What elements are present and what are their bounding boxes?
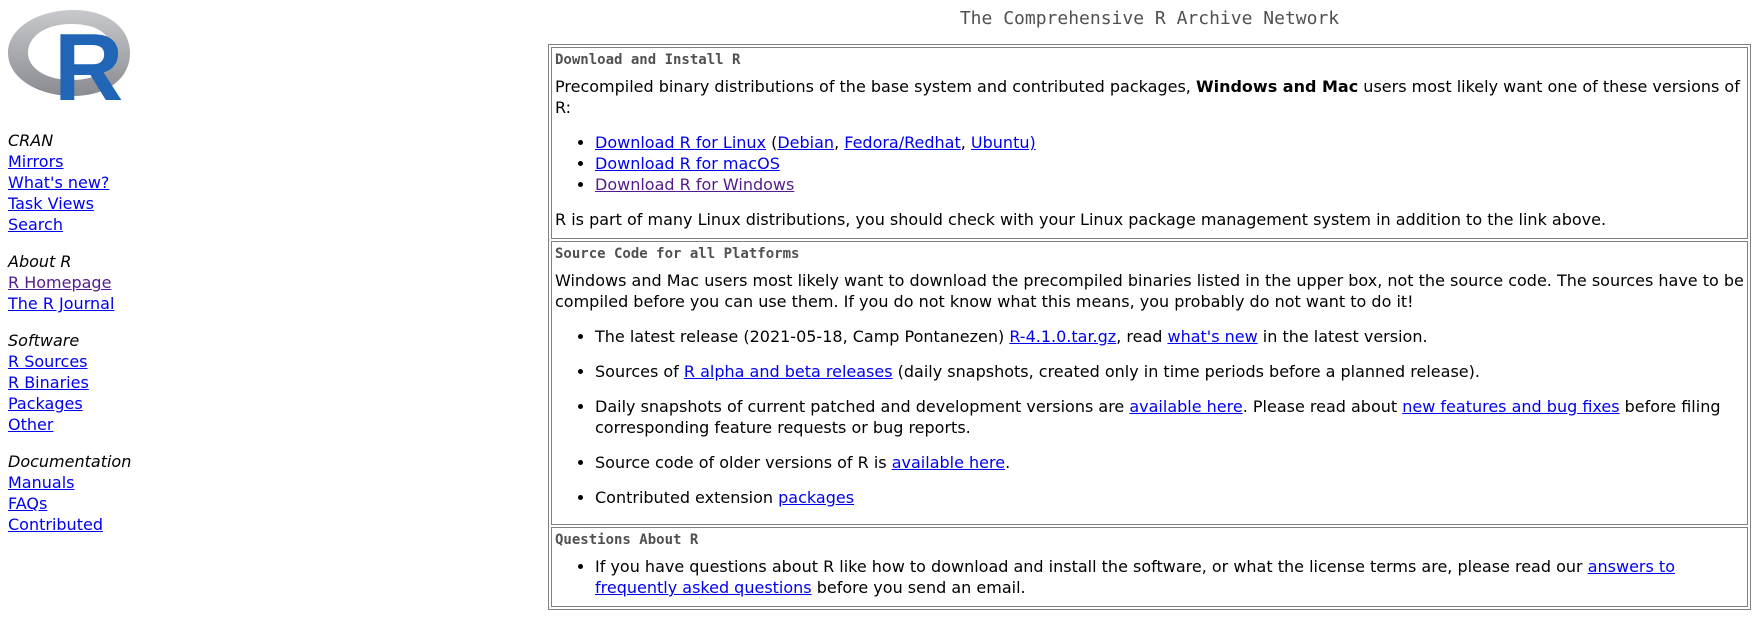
nav-link-manuals[interactable]: Manuals	[8, 472, 208, 493]
nav-link-packages[interactable]: Packages	[8, 393, 208, 414]
alpha-beta-link[interactable]: R alpha and beta releases	[684, 362, 893, 381]
list-item: Source code of older versions of R is av…	[595, 452, 1745, 473]
list-item: Contributed extension packages	[595, 487, 1745, 508]
nav-heading-software: Software	[8, 331, 80, 350]
download-intro-text: Precompiled binary distributions of the …	[555, 77, 1196, 96]
list-item: Download R for Windows	[595, 174, 1745, 195]
list-item: If you have questions about R like how t…	[595, 556, 1745, 598]
nav-link-contributed[interactable]: Contributed	[8, 514, 208, 535]
nav-heading-about-r: About R	[8, 252, 72, 271]
source-intro: Windows and Mac users most likely want t…	[555, 271, 1744, 311]
item-text: Daily snapshots of current patched and d…	[595, 397, 1130, 416]
download-linux-link[interactable]: Download R for Linux	[595, 133, 766, 152]
linux-paren: (	[766, 133, 778, 152]
r-logo[interactable]: R	[8, 8, 138, 110]
nav-link-other[interactable]: Other	[8, 414, 208, 435]
item-text: If you have questions about R like how t…	[595, 557, 1588, 576]
list-item: Daily snapshots of current patched and d…	[595, 396, 1745, 438]
ubuntu-link[interactable]: Ubuntu)	[971, 133, 1036, 152]
content-boxes: Download and Install R Precompiled binar…	[548, 44, 1751, 610]
snapshots-available-link[interactable]: available here	[1129, 397, 1242, 416]
sidebar: R CRAN Mirrors What's new? Task Views Se…	[8, 8, 208, 535]
source-box: Source Code for all Platforms Windows an…	[551, 241, 1748, 525]
nav-group-about-r: About R R Homepage The R Journal	[8, 251, 208, 314]
list-item: Download R for macOS	[595, 153, 1745, 174]
page-title: The Comprehensive R Archive Network	[959, 8, 1340, 29]
download-windows-link[interactable]: Download R for Windows	[595, 175, 794, 194]
item-text: . Please read about	[1242, 397, 1403, 416]
nav-heading-cran: CRAN	[8, 131, 54, 150]
nav-link-task-views[interactable]: Task Views	[8, 193, 208, 214]
download-list: Download R for Linux (Debian, Fedora/Red…	[555, 132, 1745, 195]
item-text: Sources of	[595, 362, 684, 381]
nav-group-software: Software R Sources R Binaries Packages O…	[8, 330, 208, 435]
list-item: Download R for Linux (Debian, Fedora/Red…	[595, 132, 1745, 153]
source-list: The latest release (2021-05-18, Camp Pon…	[555, 326, 1745, 508]
nav-link-mirrors[interactable]: Mirrors	[8, 151, 208, 172]
nav-link-whats-new[interactable]: What's new?	[8, 172, 208, 193]
questions-list: If you have questions about R like how t…	[555, 556, 1745, 598]
separator: ,	[960, 133, 971, 152]
source-box-title: Source Code for all Platforms	[555, 246, 800, 262]
item-text: Source code of older versions of R is	[595, 453, 892, 472]
list-item: Sources of R alpha and beta releases (da…	[595, 361, 1745, 382]
nav-link-faqs[interactable]: FAQs	[8, 493, 208, 514]
separator: ,	[834, 133, 845, 152]
whats-new-link[interactable]: what's new	[1168, 327, 1258, 346]
nav-link-search[interactable]: Search	[8, 214, 208, 235]
nav-link-r-sources[interactable]: R Sources	[8, 351, 208, 372]
nav-link-r-binaries[interactable]: R Binaries	[8, 372, 208, 393]
item-text: Contributed extension	[595, 488, 779, 507]
item-text: before you send an email.	[811, 578, 1026, 597]
download-footer: R is part of many Linux distributions, y…	[555, 210, 1607, 229]
item-text: (daily snapshots, created only in time p…	[892, 362, 1480, 381]
download-box-title: Download and Install R	[555, 52, 741, 68]
list-item: The latest release (2021-05-18, Camp Pon…	[595, 326, 1745, 347]
item-text: in the latest version.	[1257, 327, 1428, 346]
packages-link[interactable]: packages	[778, 488, 854, 507]
questions-box-title: Questions About R	[555, 532, 699, 548]
nav-group-cran: CRAN Mirrors What's new? Task Views Sear…	[8, 130, 208, 235]
download-box: Download and Install R Precompiled binar…	[551, 47, 1748, 239]
r-logo-letter: R	[54, 14, 123, 110]
item-text: .	[1005, 453, 1011, 472]
nav-group-documentation: Documentation Manuals FAQs Contributed	[8, 451, 208, 535]
nav-heading-documentation: Documentation	[8, 452, 132, 471]
item-text: , read	[1116, 327, 1168, 346]
fedora-link[interactable]: Fedora/Redhat	[844, 133, 961, 152]
older-versions-link[interactable]: available here	[892, 453, 1005, 472]
questions-box: Questions About R If you have questions …	[551, 527, 1748, 607]
main-content: The Comprehensive R Archive Network Down…	[548, 0, 1751, 610]
nav-link-r-journal[interactable]: The R Journal	[8, 293, 208, 314]
nav-link-r-homepage[interactable]: R Homepage	[8, 272, 208, 293]
download-macos-link[interactable]: Download R for macOS	[595, 154, 780, 173]
new-features-link[interactable]: new features and bug fixes	[1402, 397, 1619, 416]
r-tarball-link[interactable]: R-4.1.0.tar.gz	[1009, 327, 1116, 346]
item-text: The latest release (2021-05-18, Camp Pon…	[595, 327, 1010, 346]
debian-link[interactable]: Debian	[777, 133, 834, 152]
download-intro-bold: Windows and Mac	[1195, 77, 1359, 96]
download-intro: Precompiled binary distributions of the …	[555, 76, 1745, 118]
